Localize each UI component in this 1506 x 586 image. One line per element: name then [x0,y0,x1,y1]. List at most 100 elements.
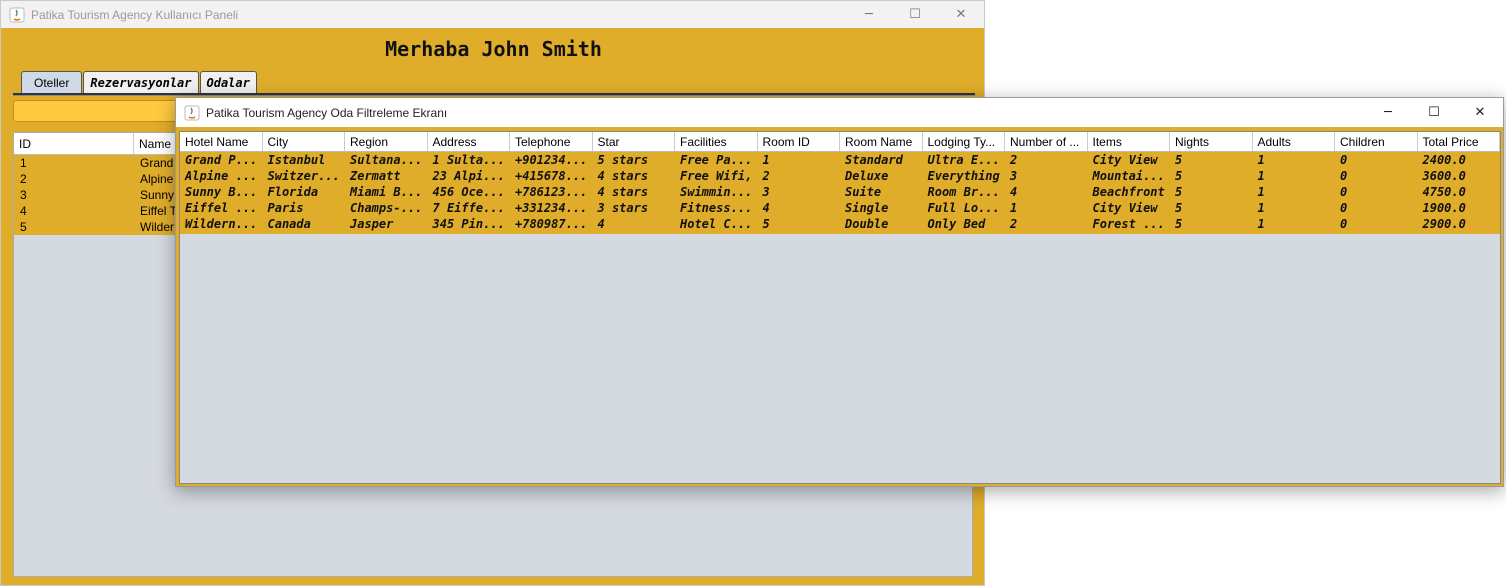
table-cell: 0 [1340,169,1348,183]
table-cell: Eiffel ... [185,201,258,215]
column-header[interactable]: Telephone [510,132,593,151]
column-header[interactable]: Room ID [758,132,840,151]
close-icon[interactable]: ✕ [938,1,984,28]
table-row[interactable]: Eiffel ... Paris Champs-... 7 Eiffe... +3312… [180,200,1500,216]
column-header[interactable]: Lodging Ty... [923,132,1005,151]
table-cell: 5 [1175,201,1183,215]
table-cell: 5 [1175,217,1183,231]
table-cell: 4 [762,201,770,215]
table-cell: 3600.0 [1422,169,1466,183]
room-filter-table[interactable]: Hotel Name City Region Address Telephone Star… [179,131,1501,484]
table-cell: Jasper [350,217,394,231]
table-cell: +331234... [515,201,588,215]
table-cell: 7 Eiffe... [432,201,505,215]
table-cell: 4750.0 [1422,185,1466,199]
table-cell: 2900.0 [1422,217,1466,231]
table-cell: 1 [1257,185,1265,199]
table-cell: Sultana... [350,153,423,167]
column-header[interactable]: Facilities [675,132,758,151]
column-header[interactable]: Children [1335,132,1418,151]
table-cell: 0 [1340,217,1348,231]
table-cell: Double [845,217,889,231]
table-cell: 4 stars [597,185,649,199]
table-cell: Switzer... [267,169,340,183]
table-row[interactable]: Wildern... Canada Jasper 345 Pin... +780987.… [180,216,1500,232]
hotel-filter-field[interactable] [13,100,193,122]
column-header[interactable]: Total Price [1418,132,1500,151]
column-header[interactable]: Star [593,132,675,151]
table-cell: 0 [1340,201,1348,215]
filter-window-titlebar[interactable]: Patika Tourism Agency Oda Filtreleme Ekr… [176,98,1503,127]
table-cell: 1900.0 [1422,201,1466,215]
table-cell: 5 [1175,185,1183,199]
table-cell: +780987... [515,217,588,231]
greeting-label: Merhaba John Smith [385,37,602,61]
table-cell: Only Bed [927,217,986,231]
tab-odalar[interactable]: Odalar [199,71,257,93]
table-cell: 4 [20,204,27,218]
table-cell: 2400.0 [1422,153,1466,167]
table-cell: Deluxe [845,169,889,183]
table-cell: Zermatt [350,169,401,183]
java-icon [9,7,25,22]
table-cell: 1 Sulta... [432,153,505,167]
table-cell: 3 [20,188,27,202]
table-cell: 23 Alpi... [432,169,505,183]
table-cell: 456 Oce... [432,185,505,199]
table-cell: 0 [1340,153,1348,167]
table-cell: Room Br... [927,185,1000,199]
table-cell: 1 [1010,201,1018,215]
column-header[interactable]: City [263,132,345,151]
column-header[interactable]: Nights [1170,132,1253,151]
column-header[interactable]: Address [428,132,510,151]
filter-window-title: Patika Tourism Agency Oda Filtreleme Ekr… [206,105,448,120]
column-header[interactable]: Number of ... [1005,132,1088,151]
minimize-icon[interactable]: ─ [846,1,892,28]
table-cell: Grand P... [185,153,258,167]
main-window-titlebar[interactable]: Patika Tourism Agency Kullanıcı Paneli ─… [1,1,984,28]
minimize-icon[interactable]: ─ [1365,98,1411,127]
column-header[interactable]: Adults [1253,132,1335,151]
table-cell: +415678... [515,169,588,183]
table-cell: 1 [20,156,27,170]
table-cell: Forest ... [1092,217,1165,231]
table-cell: Hotel C... [680,217,753,231]
table-row[interactable]: Alpine ... Switzer... Zermatt 23 Alpi... +41… [180,168,1500,184]
main-window-title: Patika Tourism Agency Kullanıcı Paneli [31,7,239,22]
table-cell: Everything [927,169,1000,183]
tab-oteller[interactable]: Oteller [21,71,83,93]
table-cell: Istanbul [267,153,326,167]
column-header[interactable]: Hotel Name [180,132,263,151]
table-cell: 5 [1175,153,1183,167]
table-cell: Full Lo... [927,201,1000,215]
column-header[interactable]: ID [14,133,134,154]
tab-divider [13,93,975,96]
table-cell: Beachfront [1092,185,1165,199]
table-cell: Champs-... [350,201,423,215]
maximize-icon[interactable]: ☐ [892,1,938,28]
table-cell: Mountai... [1092,169,1165,183]
tab-rezervasyonlar[interactable]: Rezervasyonlar [83,71,199,93]
table-row[interactable]: Grand P... Istanbul Sultana... 1 Sulta... +9… [180,152,1500,168]
table-row[interactable]: Sunny B... Florida Miami B... 456 Oce... +78… [180,184,1500,200]
table-cell: +786123... [515,185,588,199]
room-filter-table-body: Grand P... Istanbul Sultana... 1 Sulta... +9… [180,152,1500,234]
table-cell: Alpine [140,172,174,186]
column-header[interactable]: Region [345,132,428,151]
table-cell: 0 [1340,185,1348,199]
main-tabs: Oteller Rezervasyonlar Odalar [21,71,258,93]
table-cell: 5 [1175,169,1183,183]
table-cell: Standard [845,153,903,167]
table-cell: Florida [267,185,319,199]
table-cell: Sunny [140,188,175,202]
table-cell: Fitness... [680,201,753,215]
maximize-icon[interactable]: ☐ [1411,98,1457,127]
table-cell: Free Pa... [680,153,753,167]
column-header[interactable]: Room Name [840,132,923,151]
room-filter-window: Patika Tourism Agency Oda Filtreleme Ekr… [175,97,1504,487]
table-cell: 2 [1010,153,1018,167]
close-icon[interactable]: ✕ [1457,98,1503,127]
table-cell: City View [1092,153,1158,167]
column-header[interactable]: Items [1088,132,1170,151]
table-cell: 1 [1257,217,1265,231]
